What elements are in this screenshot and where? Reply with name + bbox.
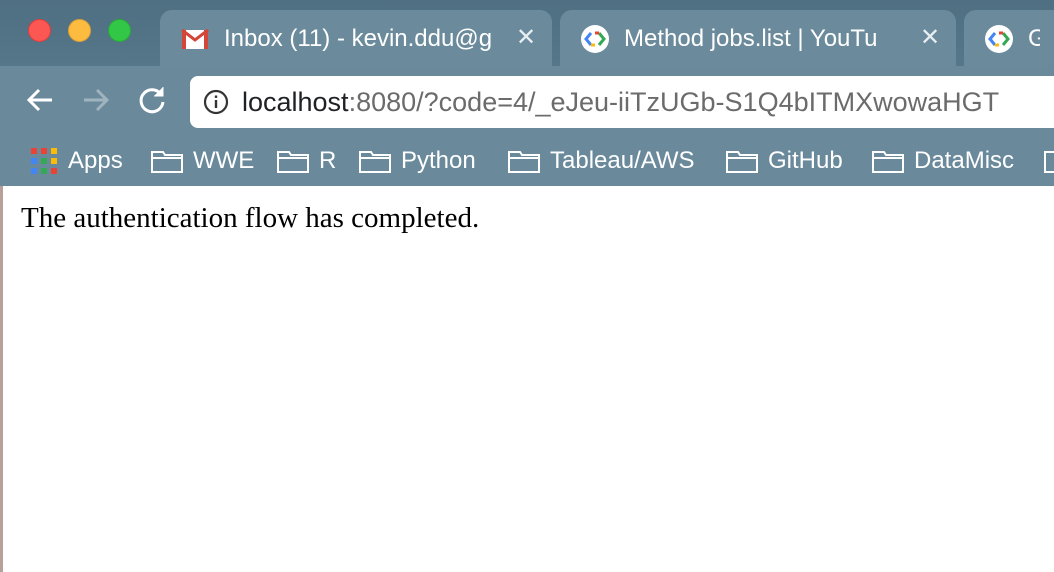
folder-icon: [872, 151, 904, 173]
tab-close-icon[interactable]: ✕: [514, 26, 538, 50]
tab-title: Inbox (11) - kevin.ddu@g: [224, 25, 493, 52]
bookmark-folder-overflow[interactable]: [1044, 144, 1054, 178]
bookmarks-bar: Apps WWE R Python Tableau/AWS GitHub Dat…: [0, 138, 1054, 186]
bookmark-folder-github[interactable]: GitHub: [726, 144, 843, 178]
folder-icon: [151, 151, 183, 173]
tab-close-icon[interactable]: ✕: [918, 26, 942, 50]
folder-icon: [277, 151, 309, 173]
url-host: localhost: [242, 87, 349, 117]
tab-title: Method jobs.list | YouTu: [624, 25, 878, 52]
info-icon[interactable]: [202, 88, 230, 116]
folder-icon: [1044, 151, 1054, 173]
url-text: localhost:8080/?code=4/_eJeu-iiTzUGb-S1Q…: [242, 85, 999, 119]
apps-grid-icon: [31, 148, 57, 174]
bookmark-folder-tableau-aws[interactable]: Tableau/AWS: [508, 144, 695, 178]
bookmark-label: Python: [401, 147, 476, 174]
tab-method-jobs-list[interactable]: Method jobs.list | YouTu ✕: [560, 10, 956, 66]
toolbar: localhost:8080/?code=4/_eJeu-iiTzUGb-S1Q…: [0, 66, 1054, 138]
bookmark-folder-python[interactable]: Python: [359, 144, 476, 178]
bookmark-label: WWE: [193, 147, 255, 174]
bookmark-label: R: [319, 147, 337, 174]
bookmark-label: Apps: [68, 147, 123, 174]
reload-icon[interactable]: [134, 82, 170, 118]
bookmark-label: Tableau/AWS: [550, 147, 695, 174]
gmail-icon: [181, 28, 209, 49]
bookmark-folder-r[interactable]: R: [277, 144, 336, 178]
folder-icon: [508, 151, 540, 173]
title-bar: Inbox (11) - kevin.ddu@g ✕ Method jobs.l…: [0, 0, 1054, 66]
tab-title: Get: [1028, 25, 1040, 52]
google-api-icon: [985, 25, 1013, 53]
window-close-button[interactable]: [28, 19, 51, 42]
window-zoom-button[interactable]: [108, 19, 131, 42]
folder-icon: [726, 151, 758, 173]
bookmark-apps[interactable]: Apps: [30, 144, 123, 178]
auth-complete-message: The authentication flow has completed.: [21, 202, 480, 234]
folder-icon: [359, 151, 391, 173]
bookmark-label: DataMisc: [914, 147, 1015, 174]
forward-arrow-icon[interactable]: [78, 82, 114, 118]
window-minimize-button[interactable]: [68, 19, 91, 42]
bookmark-folder-datamisc[interactable]: DataMisc: [872, 144, 1014, 178]
bookmark-label: GitHub: [768, 147, 843, 174]
google-api-icon: [581, 25, 609, 53]
browser-chrome: Inbox (11) - kevin.ddu@g ✕ Method jobs.l…: [0, 0, 1054, 186]
tab-gmail-inbox[interactable]: Inbox (11) - kevin.ddu@g ✕: [160, 10, 552, 66]
bookmark-folder-wwe[interactable]: WWE: [151, 144, 254, 178]
tab-get[interactable]: Get: [964, 10, 1054, 66]
back-arrow-icon[interactable]: [22, 82, 58, 118]
url-path: :8080/?code=4/_eJeu-iiTzUGb-S1Q4bITMXwow…: [348, 87, 1000, 117]
address-bar[interactable]: localhost:8080/?code=4/_eJeu-iiTzUGb-S1Q…: [190, 76, 1054, 128]
page-content: The authentication flow has completed.: [0, 186, 1054, 572]
